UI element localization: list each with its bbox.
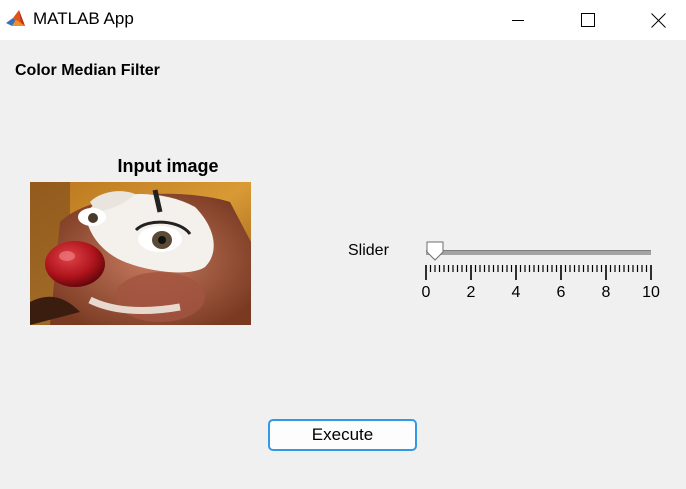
input-image <box>30 182 251 325</box>
slider-tick-label: 6 <box>557 284 566 301</box>
execute-button[interactable]: Execute <box>268 419 417 451</box>
maximize-icon <box>581 13 595 27</box>
slider-tick-label: 0 <box>422 284 431 301</box>
close-button[interactable] <box>623 0 686 40</box>
clown-image-icon <box>30 182 251 325</box>
slider-label: Slider <box>348 242 389 259</box>
window-title: MATLAB App <box>33 9 134 28</box>
input-image-title: Input image <box>117 156 219 176</box>
slider-tick-label: 2 <box>467 284 476 301</box>
minimize-icon <box>512 20 524 21</box>
slider-tick-label: 4 <box>512 284 521 301</box>
slider-tick-label: 8 <box>602 284 611 301</box>
slider-ticks <box>425 265 652 280</box>
minimize-button[interactable] <box>483 0 553 40</box>
maximize-button[interactable] <box>553 0 623 40</box>
slider-tick-labels: 0 2 4 6 8 10 <box>422 284 660 301</box>
slider-thumb[interactable] <box>426 241 444 261</box>
matlab-logo-icon <box>6 10 25 26</box>
close-icon <box>650 12 666 28</box>
slider-tick-label: 10 <box>642 284 660 301</box>
title-bar: MATLAB App <box>0 0 686 40</box>
app-heading: Color Median Filter <box>15 62 160 79</box>
value-slider[interactable]: 0 2 4 6 8 10 <box>415 236 675 306</box>
